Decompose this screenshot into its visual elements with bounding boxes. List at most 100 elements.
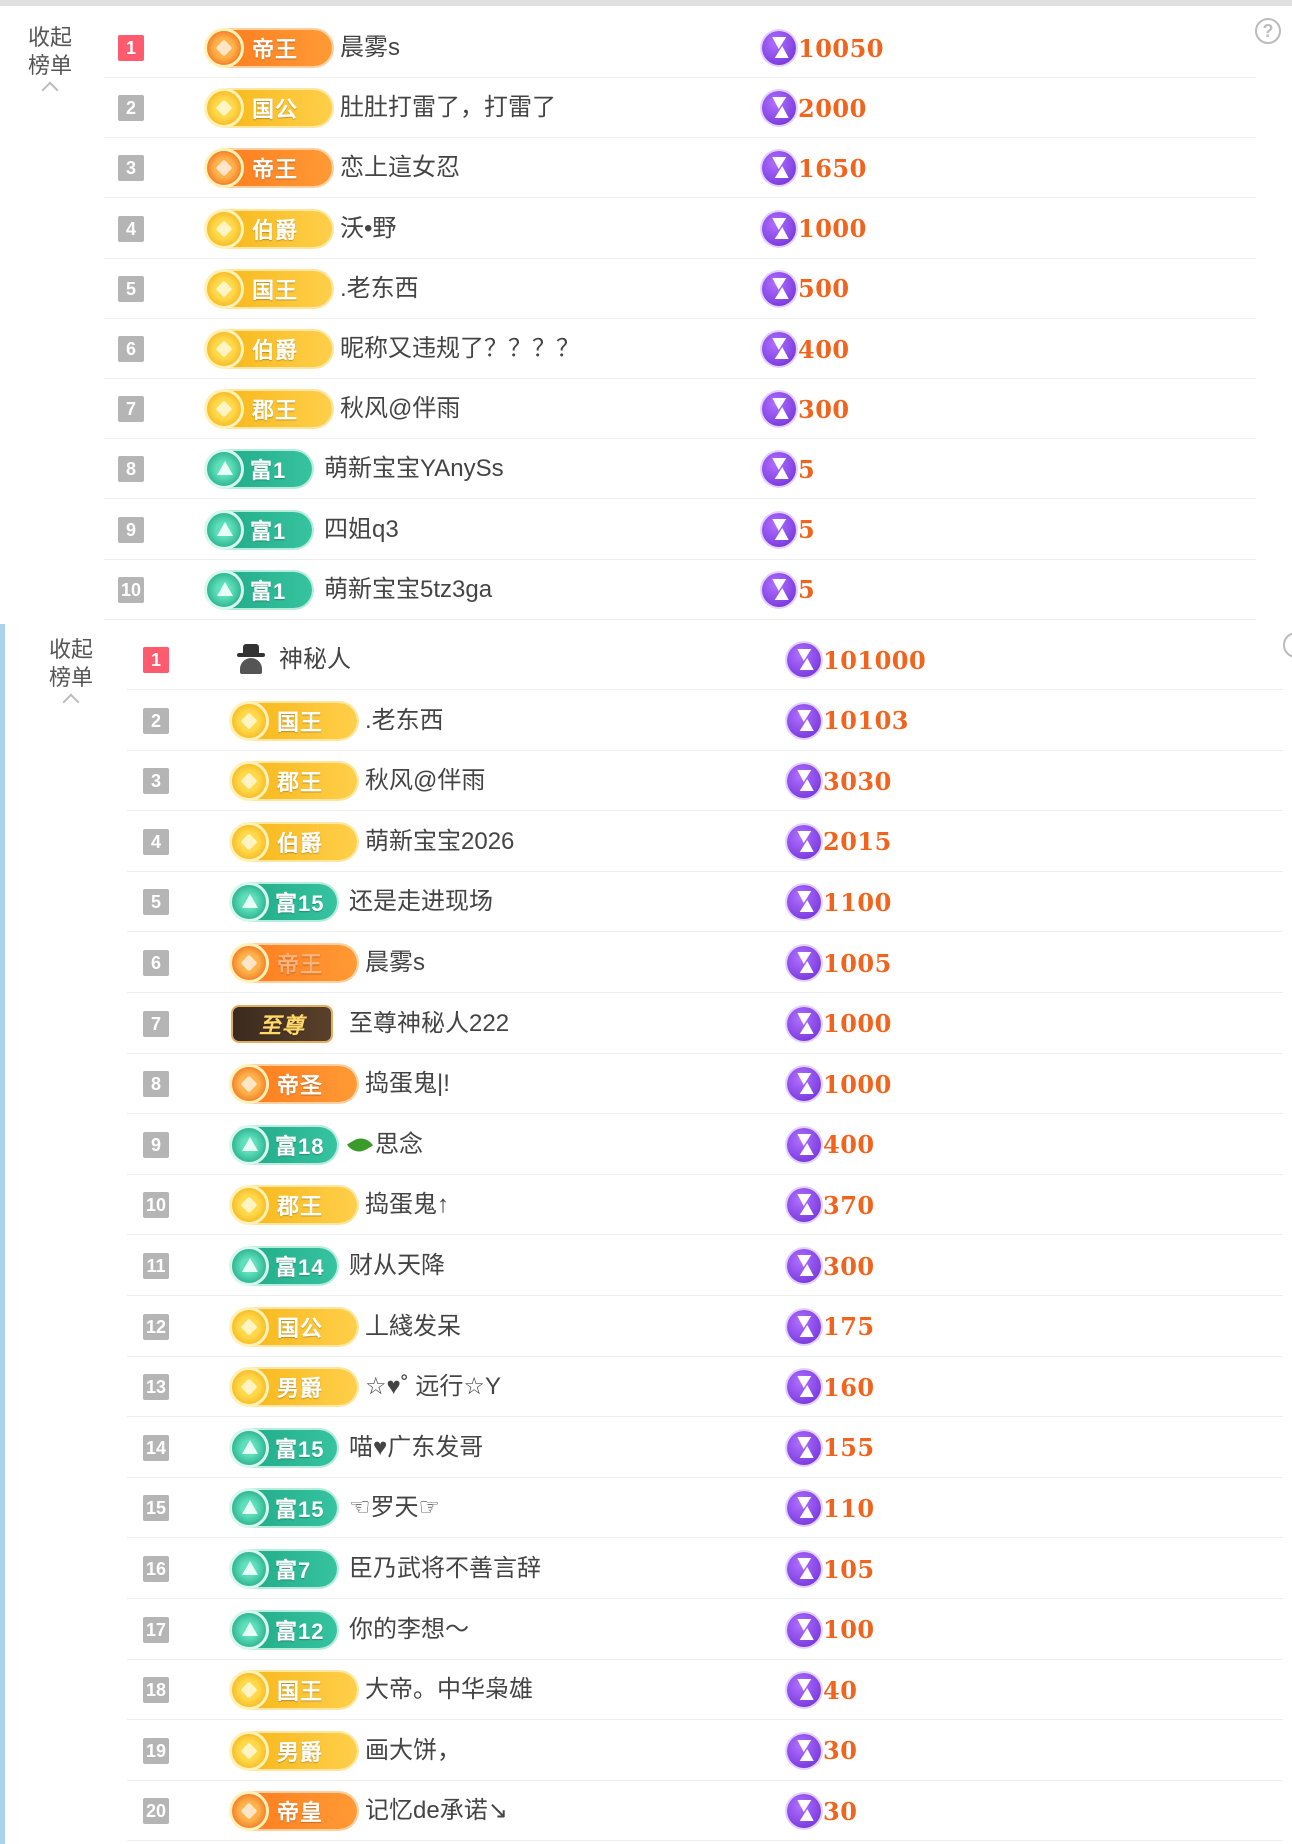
level-badge-label: 富1 xyxy=(250,518,287,544)
user-name[interactable]: 丄綫发呆 xyxy=(365,1297,461,1357)
user-name[interactable]: 喵♥广东发哥 xyxy=(349,1418,483,1478)
user-name[interactable]: 财从天降 xyxy=(349,1236,445,1296)
medal-icon xyxy=(229,1609,269,1650)
leaderboard-row[interactable]: 5 国王 .老东西 500 xyxy=(104,259,1256,319)
leaderboard-row[interactable]: 17 富12 你的李想～ 100 xyxy=(127,1600,1283,1660)
leaderboard-row[interactable]: 8 富1 萌新宝宝YAnySs 5 xyxy=(104,439,1256,500)
leaderboard-row[interactable]: 13 男爵 ☆♥˚ 远行☆Y 160 xyxy=(127,1357,1283,1418)
score-display: 1000 xyxy=(787,1006,892,1042)
user-name-text: 记忆de承诺↘ xyxy=(365,1797,508,1825)
leaderboard-row[interactable]: 15 富15 ☜罗天☞ 110 xyxy=(127,1478,1283,1539)
leaderboard-row[interactable]: 18 国王 大帝。中华枭雄 40 xyxy=(127,1660,1283,1721)
score-value: 175 xyxy=(823,1312,875,1342)
user-name[interactable]: 四姐q3 xyxy=(324,500,399,560)
level-badge-label: 郡王 xyxy=(277,1194,324,1220)
user-name[interactable]: 萌新宝宝5tz3ga xyxy=(324,560,492,620)
user-name-text: 还是走进现场 xyxy=(349,888,493,916)
user-name[interactable]: 捣蛋鬼|! xyxy=(365,1054,450,1114)
rank-number: 3 xyxy=(143,768,169,795)
leaderboard-row[interactable]: 2 国公 肚肚打雷了，打雷了 2000 xyxy=(104,78,1256,139)
level-badge-label: 富15 xyxy=(275,1497,325,1523)
level-badge: 伯爵 xyxy=(204,208,332,249)
user-name[interactable]: 你的李想～ xyxy=(349,1600,469,1660)
user-name[interactable]: 晨雾s xyxy=(365,933,425,993)
user-name-text: ☆♥˚ 远行☆Y xyxy=(365,1373,501,1401)
collapse-leaderboard-toggle[interactable]: 收起 榜单 xyxy=(39,636,103,711)
question-icon[interactable]: ? xyxy=(1255,18,1281,44)
level-badge: 富15 xyxy=(229,1488,337,1529)
leaderboard-row[interactable]: 9 富18 思念 400 xyxy=(127,1115,1283,1175)
user-name[interactable]: 秋风@伴雨 xyxy=(340,379,460,439)
user-name[interactable]: 肚肚打雷了，打雷了 xyxy=(340,78,556,138)
user-name[interactable]: 神秘人 xyxy=(279,630,351,690)
score-value: 10103 xyxy=(823,706,909,736)
user-name[interactable]: .老东西 xyxy=(340,259,419,319)
user-name[interactable]: 晨雾s xyxy=(340,18,400,78)
leaderboard-row[interactable]: 6 伯爵 昵称又违规了？？？？ 400 xyxy=(104,319,1256,379)
user-name[interactable]: 昵称又违规了？？？？ xyxy=(340,319,580,379)
lightning-coin-icon xyxy=(762,452,796,487)
user-name[interactable]: 还是走进现场 xyxy=(349,872,493,932)
user-name[interactable]: 大帝。中华枭雄 xyxy=(365,1660,533,1720)
lightning-coin-icon xyxy=(762,151,796,186)
leaderboard-row[interactable]: 12 国公 丄綫发呆 175 xyxy=(127,1297,1283,1357)
score-display: 2015 xyxy=(787,824,892,860)
user-name-text: 萌新宝宝YAnySs xyxy=(324,455,504,483)
leaderboard-row[interactable]: 4 伯爵 萌新宝宝2026 2015 xyxy=(127,812,1283,872)
lightning-coin-icon xyxy=(762,91,796,126)
lightning-coin-icon xyxy=(787,1794,821,1829)
collapse-leaderboard-toggle[interactable]: 收起 榜单 xyxy=(18,24,82,99)
user-name-text: 萌新宝宝2026 xyxy=(365,827,515,855)
leaderboard-row[interactable]: 4 伯爵 沃•野 1000 xyxy=(104,199,1256,259)
user-name[interactable]: 秋风@伴雨 xyxy=(365,751,485,811)
user-name[interactable]: 至尊神秘人222 xyxy=(349,994,509,1054)
user-name[interactable]: 画大饼， xyxy=(365,1721,461,1781)
level-badge-label: 伯爵 xyxy=(277,830,324,856)
leaderboard-row[interactable]: 7 郡王 秋风@伴雨 300 xyxy=(104,379,1256,440)
level-badge-label: 富14 xyxy=(275,1255,325,1280)
score-display: 400 xyxy=(762,331,850,367)
leaderboard-row[interactable]: 1 帝王 晨雾s 10050 xyxy=(104,18,1256,78)
leaderboard-row[interactable]: 14 富15 喵♥广东发哥 155 xyxy=(127,1418,1283,1478)
user-name[interactable]: 思念 xyxy=(346,1115,423,1175)
level-badge: 伯爵 xyxy=(229,821,357,862)
medal-icon xyxy=(229,1306,269,1347)
level-badge-label: 伯爵 xyxy=(252,217,299,243)
user-name[interactable]: 萌新宝宝YAnySs xyxy=(324,439,504,499)
leaderboard-row[interactable]: 2 国王 .老东西 10103 xyxy=(127,691,1283,751)
lightning-coin-icon xyxy=(787,1673,821,1708)
leaderboard-row[interactable]: 1 神秘人 101000 xyxy=(127,630,1283,690)
question-icon[interactable] xyxy=(1283,632,1292,658)
leaderboard-row[interactable]: 5 富15 还是走进现场 1100 xyxy=(127,872,1283,933)
user-name[interactable]: ☜罗天☞ xyxy=(349,1478,440,1538)
user-name[interactable]: 捣蛋鬼↑ xyxy=(365,1175,449,1235)
score-display: 10050 xyxy=(762,30,884,66)
leaderboard-row[interactable]: 20 帝皇 记忆de承诺↘ 30 xyxy=(127,1781,1283,1842)
user-name[interactable]: 萌新宝宝2026 xyxy=(365,812,514,872)
leaderboard-row[interactable]: 6 帝王 晨雾s 1005 xyxy=(127,933,1283,993)
user-name[interactable]: ☆♥˚ 远行☆Y xyxy=(365,1357,501,1417)
score-value: 30 xyxy=(823,1796,858,1826)
leaderboard-row[interactable]: 7 至尊 至尊神秘人222 1000 xyxy=(127,994,1283,1054)
user-name[interactable]: 记忆de承诺↘ xyxy=(365,1781,508,1841)
score-display: 10103 xyxy=(787,703,909,739)
leaderboard-row[interactable]: 19 男爵 画大饼， 30 xyxy=(127,1721,1283,1781)
user-name[interactable]: 恋上這女忍 xyxy=(340,138,460,198)
user-name[interactable]: 臣乃武将不善言辞 xyxy=(349,1539,541,1599)
leaderboard-row[interactable]: 11 富14 财从天降 300 xyxy=(127,1236,1283,1296)
level-badge: 富7 xyxy=(229,1549,337,1589)
medal-icon xyxy=(229,1730,269,1771)
leaderboard-row[interactable]: 9 富1 四姐q3 5 xyxy=(104,500,1256,560)
user-name[interactable]: .老东西 xyxy=(365,691,444,751)
leaderboard-row[interactable]: 10 富1 萌新宝宝5tz3ga 5 xyxy=(104,560,1256,620)
leaderboard-row[interactable]: 8 帝圣 捣蛋鬼|! 1000 xyxy=(127,1054,1283,1115)
score-value: 1000 xyxy=(823,1009,892,1039)
leaderboard-row[interactable]: 16 富7 臣乃武将不善言辞 105 xyxy=(127,1539,1283,1599)
user-name-text: 臣乃武将不善言辞 xyxy=(349,1555,541,1582)
leaderboard-row[interactable]: 10 郡王 捣蛋鬼↑ 370 xyxy=(127,1175,1283,1236)
rank-number: 20 xyxy=(143,1798,169,1825)
user-name[interactable]: 沃•野 xyxy=(340,199,396,259)
leaderboard-row[interactable]: 3 帝王 恋上這女忍 1650 xyxy=(104,138,1256,199)
score-value: 1100 xyxy=(823,887,892,917)
leaderboard-row[interactable]: 3 郡王 秋风@伴雨 3030 xyxy=(127,751,1283,812)
